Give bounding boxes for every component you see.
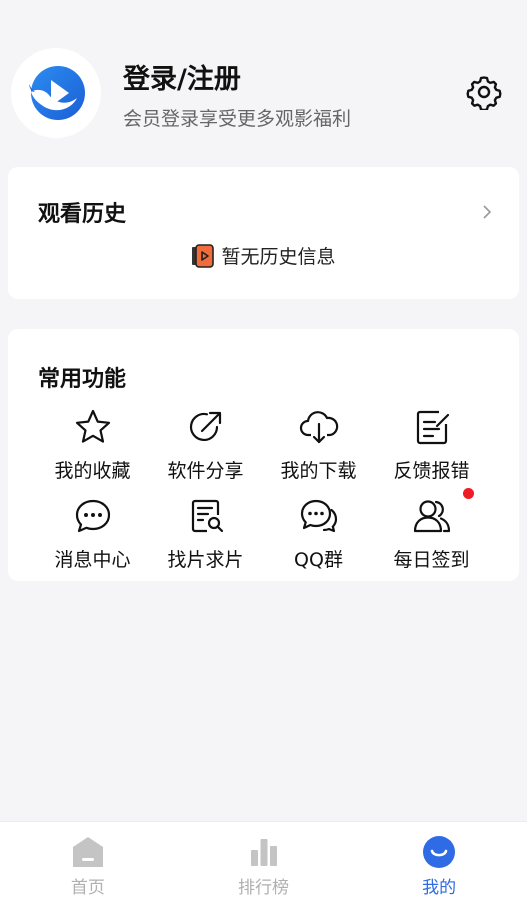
nav-home-label: 首页 — [70, 878, 105, 898]
share-app-button[interactable]: 软件分享 — [149, 407, 262, 496]
qq-group-label: QQ群 — [294, 549, 343, 571]
login-title[interactable]: 登录/注册 — [123, 57, 241, 96]
settings-button[interactable] — [465, 73, 503, 111]
nav-ranking-label: 排行榜 — [238, 878, 289, 898]
home-icon — [72, 837, 103, 867]
message-center-label: 消息中心 — [54, 549, 131, 571]
message-center-button[interactable]: 消息中心 — [36, 496, 149, 585]
bar-chart-icon — [250, 839, 277, 866]
login-subtitle: 会员登录享受更多观影福利 — [123, 108, 352, 130]
feedback-label: 反馈报错 — [393, 460, 470, 482]
gear-icon — [466, 76, 502, 110]
chevron-right-icon — [483, 205, 492, 219]
nav-ranking[interactable]: 排行榜 — [176, 822, 352, 898]
chat-bubble-icon — [75, 499, 110, 533]
nav-mine-label: 我的 — [422, 878, 457, 898]
feedback-edit-icon — [416, 410, 449, 445]
video-file-icon — [192, 243, 215, 268]
search-document-icon — [191, 499, 223, 533]
nav-mine[interactable]: 我的 — [351, 822, 527, 898]
favorites-button[interactable]: 我的收藏 — [36, 407, 149, 496]
smile-icon — [423, 836, 456, 868]
feedback-button[interactable]: 反馈报错 — [375, 407, 488, 496]
share-icon — [189, 411, 221, 442]
group-chat-icon — [300, 499, 337, 533]
functions-card: 常用功能 我的收藏 软件分享 我的下载 反馈报错 消息中心 找片求片 QQ群 每… — [8, 329, 519, 581]
history-card[interactable]: 观看历史 暂无历史信息 — [8, 167, 519, 299]
history-empty-text: 暂无历史信息 — [221, 246, 336, 268]
request-movie-label: 找片求片 — [167, 549, 244, 571]
daily-checkin-label: 每日签到 — [393, 549, 470, 571]
functions-title: 常用功能 — [38, 367, 127, 392]
profile-header: 登录/注册 会员登录享受更多观影福利 — [0, 0, 527, 150]
nav-home[interactable]: 首页 — [0, 822, 176, 898]
history-title: 观看历史 — [38, 202, 127, 227]
functions-grid: 我的收藏 软件分享 我的下载 反馈报错 消息中心 找片求片 QQ群 每日签到 — [8, 407, 519, 585]
notification-dot — [463, 488, 474, 499]
users-icon — [413, 500, 450, 533]
downloads-button[interactable]: 我的下载 — [262, 407, 375, 496]
downloads-label: 我的下载 — [280, 460, 357, 482]
whale-logo-icon — [29, 66, 85, 120]
qq-group-button[interactable]: QQ群 — [262, 496, 375, 585]
bottom-nav: 首页 排行榜 我的 — [0, 821, 527, 898]
request-movie-button[interactable]: 找片求片 — [149, 496, 262, 585]
daily-checkin-button[interactable]: 每日签到 — [375, 488, 488, 585]
cloud-download-icon — [299, 411, 338, 444]
avatar[interactable] — [11, 48, 101, 138]
share-app-label: 软件分享 — [167, 460, 244, 482]
profile-page: 登录/注册 会员登录享受更多观影福利 观看历史 暂无历史信息 常用功能 我的收藏… — [0, 0, 527, 898]
history-empty: 暂无历史信息 — [8, 242, 519, 269]
star-icon — [75, 409, 110, 443]
favorites-label: 我的收藏 — [54, 460, 131, 482]
